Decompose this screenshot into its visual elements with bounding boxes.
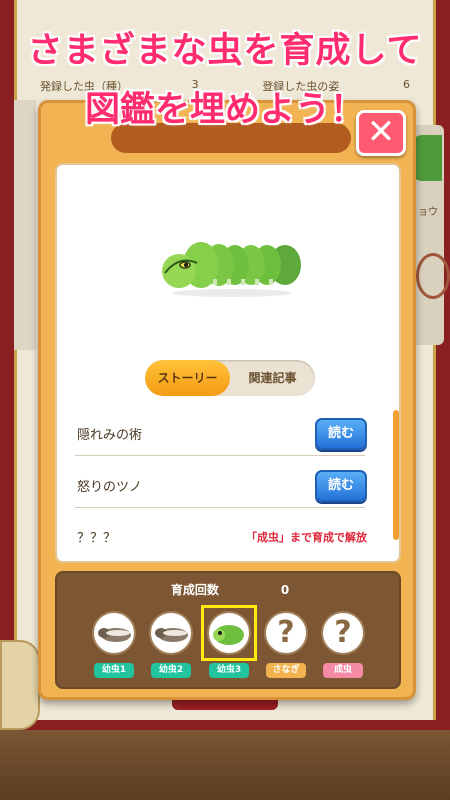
background-card-left bbox=[14, 100, 36, 350]
story-row-locked: ？？？ 「成虫」まで育成で解放 bbox=[75, 515, 367, 559]
tab-story[interactable]: ストーリー bbox=[145, 360, 230, 396]
story-title: 怒りのツノ bbox=[77, 480, 143, 495]
story-title: 隠れみの術 bbox=[77, 428, 143, 443]
read-button[interactable]: 読む bbox=[315, 418, 367, 450]
background-thumb bbox=[412, 135, 442, 181]
detail-panel: ストーリー 関連記事 隠れみの術 読む 怒りのツノ 読む ？？？ 「成虫」まで育… bbox=[55, 163, 401, 563]
background-card-text: ョウ bbox=[418, 207, 438, 218]
read-button[interactable]: 読む bbox=[315, 470, 367, 502]
story-scrollbar[interactable] bbox=[393, 410, 399, 540]
stage-badge: 幼虫2 bbox=[151, 663, 191, 678]
growth-panel: 育成回数 0 幼虫1 幼虫2 幼虫3 ? さなぎ ? 成虫 bbox=[55, 571, 401, 689]
larva-green-icon bbox=[207, 611, 251, 655]
unlock-condition: 「成虫」まで育成で解放 bbox=[246, 531, 367, 544]
background-ring bbox=[416, 253, 450, 299]
tab-related-articles[interactable]: 関連記事 bbox=[230, 360, 315, 396]
stage-adult[interactable]: ? 成虫 bbox=[321, 611, 367, 678]
banner-line-1: さまざまな虫を育成して bbox=[27, 30, 423, 72]
detail-tabs: ストーリー 関連記事 bbox=[145, 360, 315, 396]
growth-count-value: 0 bbox=[280, 583, 290, 597]
stage-badge: 幼虫1 bbox=[94, 663, 134, 678]
story-row: 隠れみの術 読む bbox=[75, 412, 367, 456]
story-row: 怒りのツノ 読む bbox=[75, 464, 367, 508]
story-title-locked: ？？？ bbox=[77, 531, 117, 546]
stage-badge: 成虫 bbox=[323, 663, 363, 678]
growth-count-label: 育成回数 bbox=[170, 583, 219, 597]
stage-pupa[interactable]: ? さなぎ bbox=[264, 611, 310, 678]
caterpillar-image bbox=[162, 242, 301, 297]
background-floor bbox=[0, 730, 450, 800]
close-button[interactable]: ✕ bbox=[356, 110, 406, 156]
stage-badge: さなぎ bbox=[266, 663, 306, 678]
stage-larva-2[interactable]: 幼虫2 bbox=[149, 611, 195, 678]
stage-larva-3[interactable]: 幼虫3 bbox=[201, 605, 257, 678]
question-icon: ? bbox=[321, 611, 365, 655]
growth-count: 育成回数 0 bbox=[57, 581, 403, 598]
insect-detail-modal: ストーリー 関連記事 隠れみの術 読む 怒りのツノ 読む ？？？ 「成虫」まで育… bbox=[38, 100, 416, 700]
larva-brown-icon bbox=[149, 611, 193, 655]
background-scroll bbox=[0, 640, 40, 730]
larva-brown-icon bbox=[92, 611, 136, 655]
stage-badge: 幼虫3 bbox=[209, 663, 249, 678]
stage-larva-1[interactable]: 幼虫1 bbox=[92, 611, 138, 678]
question-icon: ? bbox=[264, 611, 308, 655]
